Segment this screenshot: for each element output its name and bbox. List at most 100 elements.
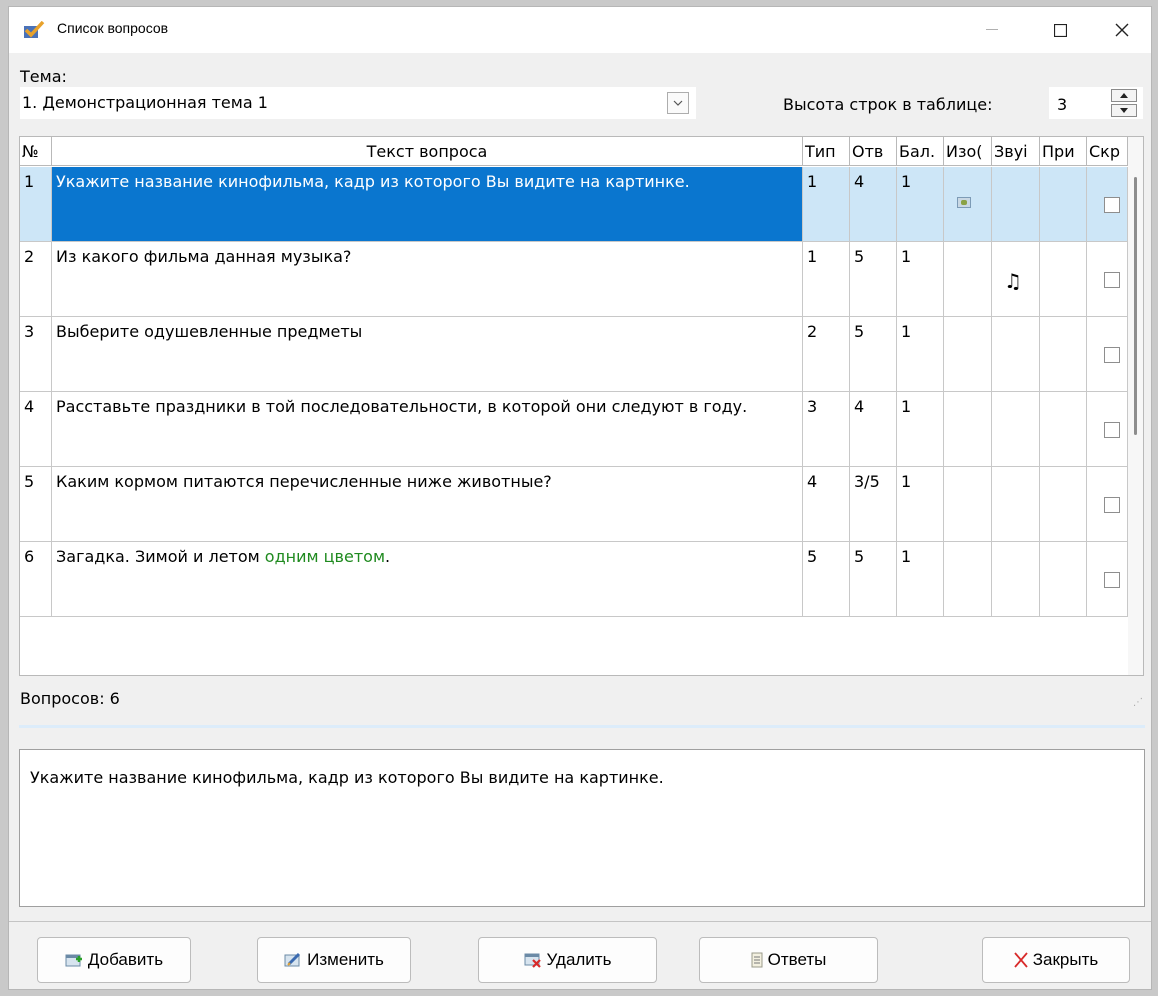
image-icon — [957, 197, 971, 208]
table-row[interactable]: 6 Загадка. Зимой и летом одним цветом. 5 5 1 — [20, 542, 1128, 617]
cell-score: 1 — [897, 542, 944, 616]
theme-dropdown-button[interactable] — [667, 92, 689, 114]
cell-attachment — [1040, 242, 1087, 316]
column-header-attachment[interactable]: При — [1040, 137, 1087, 166]
cell-number: 2 — [20, 242, 52, 316]
cell-attachment — [1040, 467, 1087, 541]
edit-icon — [284, 952, 301, 967]
column-header-image[interactable]: Изо( — [944, 137, 992, 166]
cell-question-text: Каким кормом питаются перечисленные ниже… — [52, 467, 803, 541]
cell-score: 1 — [897, 167, 944, 241]
cell-score: 1 — [897, 242, 944, 316]
cell-hidden — [1087, 242, 1128, 316]
delete-button[interactable]: Удалить — [478, 937, 657, 983]
table-row[interactable]: 4 Расставьте праздники в той последовател… — [20, 392, 1128, 467]
table-row[interactable]: 3 Выберите одушевленные предметы 2 5 1 — [20, 317, 1128, 392]
cell-sound — [992, 542, 1040, 616]
list-icon — [751, 952, 763, 968]
cell-question-text: Из какого фильма данная музыка? — [52, 242, 803, 316]
minimize-icon — [986, 29, 998, 30]
cell-hidden — [1087, 392, 1128, 466]
resize-grip-icon[interactable]: ⋰ — [1133, 697, 1143, 708]
cell-image — [944, 467, 992, 541]
maximize-button[interactable] — [1037, 7, 1083, 53]
cell-answers: 5 — [850, 317, 897, 391]
cell-sound: ♫ — [992, 242, 1040, 316]
cell-attachment — [1040, 542, 1087, 616]
column-header-sound[interactable]: Звуі — [992, 137, 1040, 166]
close-button-label: Закрыть — [1032, 950, 1099, 969]
column-header-type[interactable]: Тип — [803, 137, 850, 166]
cell-sound — [992, 467, 1040, 541]
question-text-end: . — [385, 547, 391, 566]
app-icon — [24, 21, 45, 38]
table-row[interactable]: 1 Укажите название кинофильма, кадр из ко… — [20, 167, 1128, 242]
question-text: Каким кормом питаются перечисленные ниже… — [56, 472, 552, 491]
minimize-button[interactable] — [969, 7, 1015, 53]
cell-image — [944, 392, 992, 466]
cell-question-text: Загадка. Зимой и летом одним цветом. — [52, 542, 803, 616]
hidden-checkbox[interactable] — [1104, 272, 1120, 288]
close-button[interactable]: Закрыть — [982, 937, 1130, 983]
questions-table[interactable]: № Текст вопроса Тип Отв Бал. Изо( Звуі П… — [19, 136, 1144, 676]
cell-number: 3 — [20, 317, 52, 391]
row-height-spinner[interactable]: 3 — [1049, 87, 1143, 119]
cell-score: 1 — [897, 392, 944, 466]
splitter[interactable] — [19, 725, 1145, 728]
cell-type: 2 — [803, 317, 850, 391]
theme-select-value: 1. Демонстрационная тема 1 — [22, 93, 268, 112]
cell-number: 5 — [20, 467, 52, 541]
row-height-label: Высота строк в таблице: — [783, 95, 993, 114]
spin-down-button[interactable] — [1111, 104, 1137, 117]
question-preview[interactable]: Укажите название кинофильма, кадр из кот… — [19, 749, 1145, 907]
cell-question-text: Выберите одушевленные предметы — [52, 317, 803, 391]
maximize-icon — [1053, 23, 1067, 37]
column-header-answers[interactable]: Отв — [850, 137, 897, 166]
window-title: Список вопросов — [57, 20, 169, 36]
question-text-highlight: одним цветом — [264, 547, 386, 566]
cell-image — [944, 317, 992, 391]
table-row[interactable]: 5 Каким кормом питаются перечисленные ниж… — [20, 467, 1128, 542]
hidden-checkbox[interactable] — [1104, 497, 1120, 513]
edit-button-label: Изменить — [307, 950, 384, 969]
add-icon — [65, 954, 82, 967]
hidden-checkbox[interactable] — [1104, 347, 1120, 363]
cell-number: 4 — [20, 392, 52, 466]
cell-number: 1 — [20, 167, 52, 241]
spin-up-button[interactable] — [1111, 89, 1137, 102]
cell-type: 1 — [803, 167, 850, 241]
add-button[interactable]: Добавить — [37, 937, 191, 983]
cell-question-text: Укажите название кинофильма, кадр из кот… — [52, 167, 803, 241]
column-header-hidden[interactable]: Скр — [1087, 137, 1128, 166]
table-row[interactable]: 2 Из какого фильма данная музыка? 1 5 1 ♫ — [20, 242, 1128, 317]
title-bar: Список вопросов — [9, 7, 1151, 53]
row-height-value: 3 — [1057, 95, 1068, 114]
hidden-checkbox[interactable] — [1104, 572, 1120, 588]
close-x-icon — [1014, 952, 1028, 968]
cell-attachment — [1040, 317, 1087, 391]
cell-answers: 3/5 — [850, 467, 897, 541]
edit-button[interactable]: Изменить — [257, 937, 411, 983]
answers-button[interactable]: Ответы — [699, 937, 878, 983]
cell-hidden — [1087, 542, 1128, 616]
scrollbar-thumb[interactable] — [1134, 177, 1137, 435]
hidden-checkbox[interactable] — [1104, 197, 1120, 213]
chevron-down-icon — [673, 100, 683, 106]
theme-label: Тема: — [20, 67, 67, 86]
bottom-divider — [9, 921, 1151, 922]
question-text: Расставьте праздники в той последователь… — [56, 397, 748, 416]
cell-image — [944, 167, 992, 241]
theme-select[interactable]: 1. Демонстрационная тема 1 — [20, 87, 696, 119]
column-header-number[interactable]: № — [20, 137, 52, 166]
cell-image — [944, 542, 992, 616]
cell-type: 1 — [803, 242, 850, 316]
column-header-text[interactable]: Текст вопроса — [52, 137, 803, 166]
questions-table-body: № Текст вопроса Тип Отв Бал. Изо( Звуі П… — [20, 137, 1128, 675]
table-scrollbar[interactable] — [1128, 137, 1143, 675]
cell-question-text: Расставьте праздники в той последователь… — [52, 392, 803, 466]
column-header-score[interactable]: Бал. — [897, 137, 944, 166]
close-window-button[interactable] — [1099, 7, 1145, 53]
hidden-checkbox[interactable] — [1104, 422, 1120, 438]
cell-sound — [992, 392, 1040, 466]
cell-hidden — [1087, 467, 1128, 541]
